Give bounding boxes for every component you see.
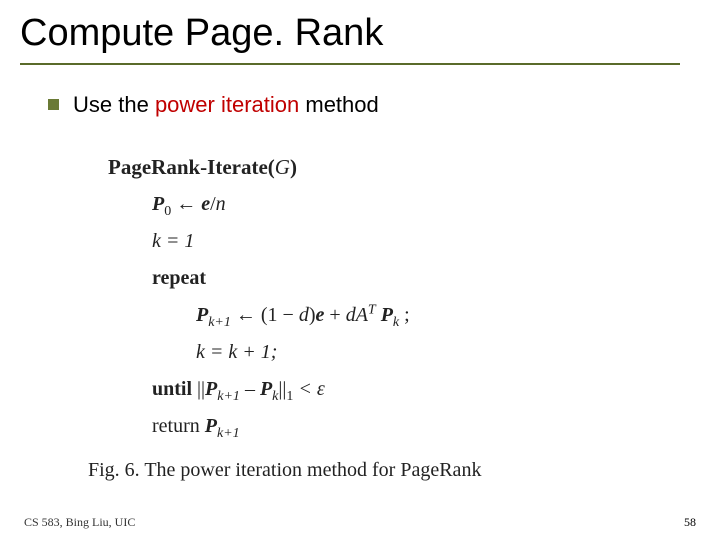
slide-footer: CS 583, Bing Liu, UIC 58 (0, 515, 720, 530)
d1: d (299, 304, 309, 326)
footer-left: CS 583, Bing Liu, UIC (24, 515, 135, 530)
arrow1: ← (171, 193, 201, 215)
repeat-kw: repeat (152, 267, 206, 289)
k-incr: k = k + 1; (196, 341, 277, 363)
e1: e (201, 193, 210, 215)
page-number: 58 (684, 515, 696, 530)
return-P: P (205, 415, 217, 437)
bullet-highlight: power iteration (155, 92, 299, 117)
n: n (216, 193, 226, 215)
algorithm-block: PageRank-Iterate(G) P0 ← e/n k = 1 repea… (108, 148, 700, 446)
bullet-text: Use the power iteration method (73, 91, 379, 120)
Pk1-sub: k+1 (208, 315, 231, 330)
P0-P: P (152, 193, 164, 215)
bullet-icon (48, 99, 59, 110)
plus: + (324, 304, 345, 326)
until-minus: – (240, 378, 260, 400)
algo-update: Pk+1 ← (1 − d)e + dAT Pk ; (196, 297, 700, 334)
A: A (356, 304, 368, 326)
algo-repeat: repeat (152, 260, 700, 297)
d2: d (346, 304, 356, 326)
algo-return: return Pk+1 (152, 408, 700, 445)
until-P1: P (205, 378, 217, 400)
paren-close: ) (309, 304, 316, 326)
Pk1-P: P (196, 304, 208, 326)
until-P2: P (260, 378, 272, 400)
algo-k-incr: k = k + 1; (196, 334, 700, 371)
algo-k-init: k = 1 (152, 223, 700, 260)
bullet-post: method (299, 92, 379, 117)
slide: Compute Page. Rank Use the power iterati… (0, 0, 720, 540)
AT: T (368, 303, 376, 318)
algo-init-P: P0 ← e/n (152, 186, 700, 223)
k-init: k = 1 (152, 230, 194, 252)
title-area: Compute Page. Rank (0, 0, 720, 71)
algo-name: PageRank-Iterate (108, 155, 268, 179)
Pk-P: P (376, 304, 393, 326)
title-underline (20, 63, 680, 65)
until-cmp: < ε (293, 378, 324, 400)
until-P1-sub: k+1 (217, 389, 240, 404)
until-open: || (192, 378, 205, 400)
return-sub: k+1 (217, 426, 240, 441)
algo-header: PageRank-Iterate(G) (108, 148, 700, 187)
until-kw: until (152, 378, 192, 400)
algo-arg: G (275, 155, 290, 179)
slide-body: Use the power iteration method PageRank-… (0, 71, 720, 482)
figure-caption: Fig. 6. The power iteration method for P… (88, 459, 700, 482)
bullet-item: Use the power iteration method (48, 91, 700, 120)
upd-arrow: ← (1 − (231, 304, 299, 326)
return-kw: return (152, 415, 205, 437)
semicolon: ; (399, 304, 410, 326)
algo-until: until ||Pk+1 – Pk||1 < ε (152, 371, 700, 408)
slide-title: Compute Page. Rank (20, 12, 700, 55)
bullet-pre: Use the (73, 92, 155, 117)
